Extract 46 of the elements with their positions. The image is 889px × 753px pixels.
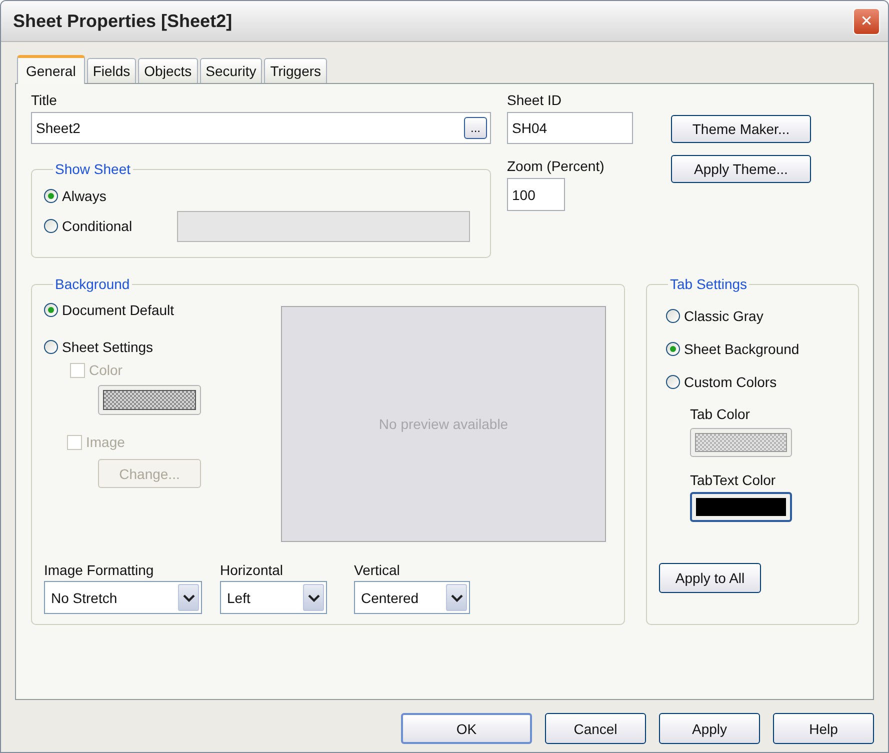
window-title: Sheet Properties [Sheet2] [13,10,232,32]
field-label: Title [31,92,58,108]
dialog-button[interactable]: Cancel [545,713,646,744]
dialog-button[interactable]: Apply [659,713,760,744]
chevron-down-icon [446,584,467,611]
tab[interactable]: Triggers [264,58,328,83]
dropdown[interactable]: No Stretch [44,581,202,614]
tab-color-swatch-button[interactable] [690,428,792,457]
tab[interactable]: Security [200,58,262,83]
browse-button[interactable]: ... [464,117,487,139]
tab[interactable]: General [17,55,85,84]
radio-option[interactable]: Always [44,188,106,204]
dialog-button[interactable]: Help [773,713,874,744]
radio-option[interactable]: Classic Gray [666,304,764,328]
color-swatch-button[interactable] [98,385,201,415]
dropdown[interactable]: Centered [354,581,470,614]
field-label: Zoom (Percent) [507,158,606,174]
group-title: Show Sheet [54,161,132,177]
theme-button[interactable]: Theme Maker... [671,115,811,143]
zoom-field[interactable]: 100 [507,178,565,211]
title-field[interactable]: Sheet2 ... [31,112,491,144]
color-label: Tab Color [690,406,750,422]
radio-option[interactable]: Sheet Background [666,337,800,361]
dropdown-label: Horizontal [220,562,284,578]
radio-option[interactable]: Conditional [44,218,132,234]
dialog-button[interactable]: OK [401,713,532,744]
theme-button[interactable]: Apply Theme... [671,155,811,183]
chevron-down-icon [178,584,199,611]
tab[interactable]: Objects [138,58,198,83]
tab[interactable]: Fields [86,58,136,83]
radio-option[interactable]: Document Default [44,298,244,322]
dropdown-label: Vertical [354,562,401,578]
sheet-id-field[interactable]: SH04 [507,112,633,144]
chevron-down-icon [303,584,324,611]
radio-option[interactable]: Sheet Settings [44,335,244,359]
group-title: Background [54,276,131,292]
preview-message: No preview available [378,416,508,432]
text-color-swatch-button[interactable] [690,492,792,522]
field-label: Sheet ID [507,92,562,108]
apply-to-all-button[interactable]: Apply to All [659,563,761,593]
dropdown-label: Image Formatting [44,562,155,578]
group-title: Tab Settings [669,276,748,292]
close-button[interactable]: ✕ [853,8,880,34]
dropdown[interactable]: Left [220,581,327,614]
color-label: TabText Color [690,472,776,488]
radio-option[interactable]: Custom Colors [666,370,777,394]
